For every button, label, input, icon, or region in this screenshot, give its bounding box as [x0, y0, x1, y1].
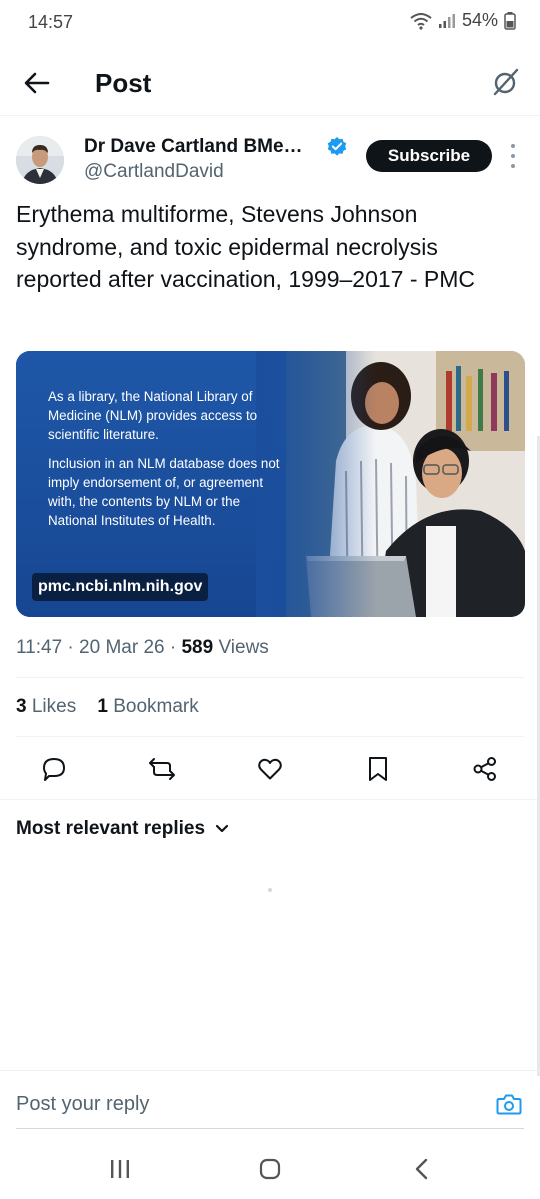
- chevron-left-icon: [415, 1158, 428, 1180]
- avatar[interactable]: [16, 136, 64, 184]
- bookmarks-count: 1: [97, 696, 108, 717]
- top-app-bar: Post: [0, 50, 540, 116]
- card-paragraph-1: As a library, the National Library of Me…: [48, 389, 258, 442]
- arrow-left-icon: [24, 72, 50, 94]
- system-nav-bar: [0, 1138, 540, 1199]
- reply-composer: Post your reply: [0, 1070, 540, 1130]
- card-domain: pmc.ncbi.nlm.nih.gov: [32, 573, 209, 601]
- replies-sort-label: Most relevant replies: [16, 818, 206, 839]
- battery-icon: [504, 11, 516, 30]
- bookmarks-label: Bookmark: [113, 696, 199, 717]
- repost-button[interactable]: [147, 754, 177, 784]
- action-bar: [0, 746, 540, 790]
- more-options-button[interactable]: [505, 144, 521, 168]
- more-dot-icon: [511, 154, 515, 158]
- reply-input[interactable]: Post your reply: [16, 1093, 149, 1116]
- signal-icon: [438, 13, 455, 28]
- status-bar: 14:57 54%: [0, 0, 540, 46]
- home-button[interactable]: [250, 1152, 290, 1186]
- camera-icon: [496, 1094, 522, 1115]
- camera-button[interactable]: [494, 1089, 524, 1119]
- bookmark-icon: [369, 757, 387, 781]
- share-button[interactable]: [470, 754, 500, 784]
- recent-apps-icon: [111, 1160, 129, 1178]
- recent-apps-button[interactable]: [100, 1152, 140, 1186]
- reply-icon: [43, 758, 65, 781]
- back-button[interactable]: [20, 66, 54, 100]
- back-nav-button[interactable]: [402, 1152, 442, 1186]
- subscribe-button[interactable]: Subscribe: [366, 140, 492, 172]
- share-icon: [473, 757, 496, 781]
- grok-icon: [493, 68, 519, 96]
- author-handle[interactable]: @CartlandDavid: [84, 161, 224, 183]
- author-name[interactable]: Dr Dave Cartland BMe…: [84, 136, 303, 158]
- loading-indicator: [268, 888, 272, 892]
- link-preview-card[interactable]: As a library, the National Library of Me…: [16, 351, 525, 617]
- views-label: Views: [218, 637, 269, 658]
- post-date: 20 Mar 26: [79, 637, 165, 658]
- post-author: Dr Dave Cartland BMe… @CartlandDavid Sub…: [0, 128, 540, 194]
- views-count: 589: [181, 637, 214, 658]
- page-title: Post: [95, 68, 152, 98]
- status-icons: 54%: [410, 10, 516, 31]
- chevron-down-icon: [215, 824, 229, 833]
- post-text: Erythema multiforme, Stevens Johnson syn…: [16, 201, 475, 292]
- card-text: As a library, the National Library of Me…: [48, 387, 288, 530]
- card-paragraph-2: Inclusion in an NLM database does not im…: [48, 456, 280, 528]
- engagement-stats[interactable]: 3 Likes 1 Bookmark: [16, 696, 199, 718]
- repost-icon: [149, 758, 175, 780]
- divider: [0, 799, 540, 800]
- reply-underline: [16, 1128, 524, 1129]
- likes-count: 3: [16, 696, 27, 717]
- divider: [16, 677, 524, 678]
- divider: [16, 736, 524, 737]
- battery-percent: 54%: [461, 10, 498, 30]
- replies-sort-dropdown[interactable]: Most relevant replies: [16, 818, 229, 840]
- status-time: 14:57: [28, 12, 74, 32]
- reply-button[interactable]: [39, 754, 69, 784]
- grok-button[interactable]: [488, 64, 524, 100]
- verified-badge-icon: [327, 137, 347, 156]
- like-icon: [258, 758, 282, 780]
- home-icon: [259, 1158, 281, 1180]
- post-meta: 11:47 · 20 Mar 26 · 589 Views: [16, 637, 269, 658]
- more-dot-icon: [511, 164, 515, 168]
- bookmark-button[interactable]: [363, 754, 393, 784]
- post-time: 11:47: [16, 637, 63, 658]
- like-button[interactable]: [255, 754, 285, 784]
- more-dot-icon: [511, 144, 515, 148]
- likes-label: Likes: [31, 696, 77, 717]
- wifi-icon: [410, 12, 432, 30]
